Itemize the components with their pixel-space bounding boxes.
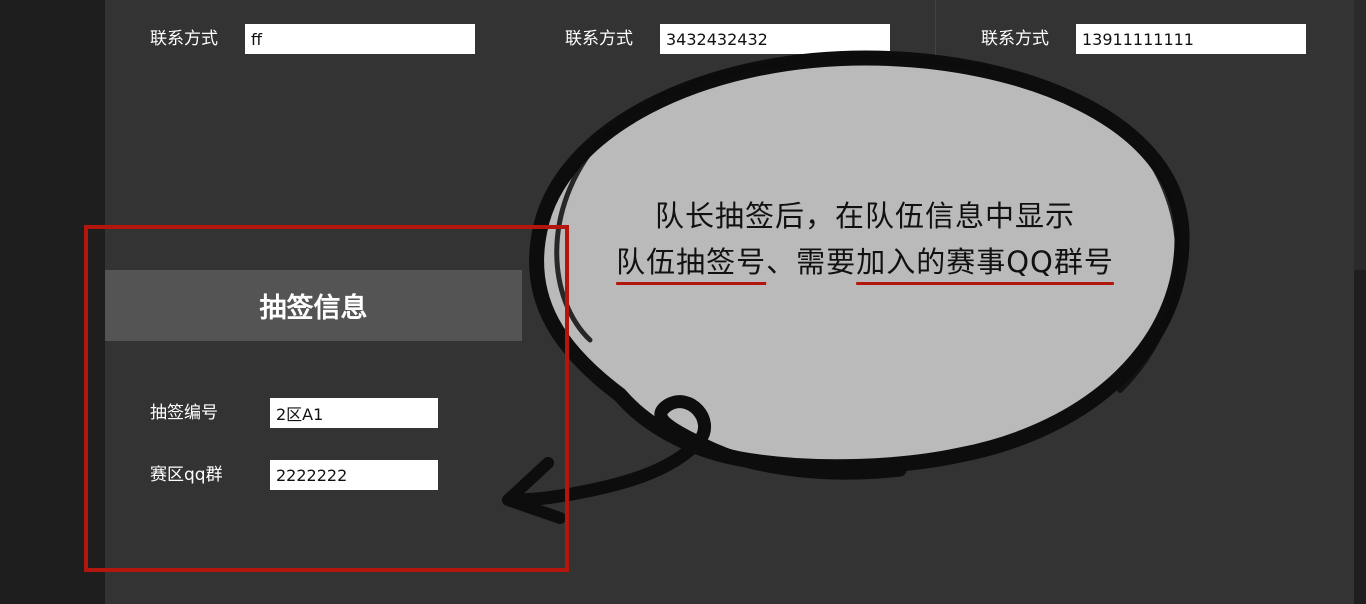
annotation-line-1: 队长抽签后，在队伍信息中显示 bbox=[654, 199, 1075, 233]
scrollbar-track[interactable] bbox=[1354, 0, 1366, 270]
draw-number-input[interactable] bbox=[270, 398, 438, 428]
contact-label-3: 联系方式 bbox=[981, 29, 1049, 49]
app-window: 联系方式 联系方式 联系方式 抽签信息 抽签编号 赛区qq群 队长抽签后，在队伍… bbox=[0, 0, 1366, 604]
contact-input-2[interactable] bbox=[660, 24, 890, 54]
annotation-highlight-draw-number: 队伍抽签号 bbox=[616, 245, 767, 279]
draw-number-label: 抽签编号 bbox=[150, 403, 218, 423]
annotation-highlight-qq-group: 加入的赛事QQ群号 bbox=[856, 245, 1114, 279]
contact-label-2: 联系方式 bbox=[565, 29, 633, 49]
draw-info-title: 抽签信息 bbox=[259, 293, 368, 324]
annotation-line-2: 队伍抽签号、需要加入的赛事QQ群号 bbox=[560, 239, 1170, 285]
annotation-text: 队长抽签后，在队伍信息中显示 队伍抽签号、需要加入的赛事QQ群号 bbox=[560, 193, 1170, 285]
panel-gutter bbox=[1354, 270, 1366, 604]
annotation-connector: 、需要 bbox=[766, 245, 857, 279]
contact-label-1: 联系方式 bbox=[150, 29, 218, 49]
region-qq-group-input[interactable] bbox=[270, 460, 438, 490]
draw-info-header: 抽签信息 bbox=[105, 270, 522, 341]
region-qq-group-label: 赛区qq群 bbox=[150, 465, 223, 485]
contact-input-3[interactable] bbox=[1076, 24, 1306, 54]
contact-input-1[interactable] bbox=[245, 24, 475, 54]
